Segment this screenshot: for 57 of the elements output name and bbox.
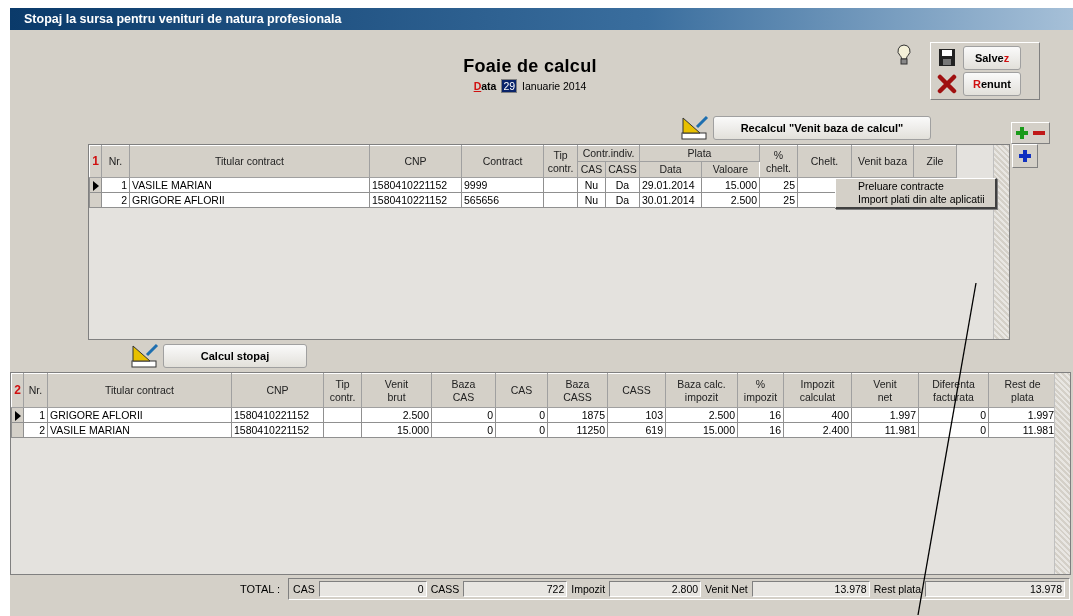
column-header: Venit net xyxy=(851,373,919,408)
column-header: CAS xyxy=(495,373,548,408)
column-header: Nr. xyxy=(101,145,130,178)
date-label: Data xyxy=(473,80,497,92)
totals-label: TOTAL : xyxy=(239,583,281,595)
grid-number: 1 xyxy=(89,145,102,178)
column-header: Zile xyxy=(913,145,957,178)
column-header: Tip contr. xyxy=(543,145,578,178)
column-group-header: Contr.indiv. xyxy=(577,145,640,162)
total-field: 13.978 xyxy=(751,581,870,597)
recalc-button[interactable]: Recalcul "Venit baza de calcul" xyxy=(713,116,931,140)
column-header: Baza calc. impozit xyxy=(665,373,738,408)
column-header: Impozit calculat xyxy=(783,373,852,408)
column-header: Titular contract xyxy=(47,373,232,408)
grid-number: 2 xyxy=(11,373,24,408)
column-header: Baza CASS xyxy=(547,373,608,408)
total-field: 0 xyxy=(318,581,427,597)
column-group-header: Plata xyxy=(639,145,760,162)
column-header: Tip contr. xyxy=(323,373,362,408)
total-field: 13.978 xyxy=(925,581,1065,597)
drafting-triangle-icon xyxy=(130,343,160,369)
total-field: 722 xyxy=(463,581,568,597)
menu-item[interactable]: Import plati din alte aplicatii xyxy=(836,193,995,206)
save-button[interactable]: Salvez xyxy=(963,46,1021,70)
total-label: Rest plata xyxy=(873,583,921,595)
column-header: Titular contract xyxy=(129,145,370,178)
total-label: CAS xyxy=(293,583,315,595)
sheet-heading: Foaie de calcul xyxy=(463,56,597,77)
plus-icon xyxy=(1018,149,1032,163)
x-icon xyxy=(937,74,957,94)
total-field: 2.800 xyxy=(609,581,702,597)
total-label: Impozit xyxy=(571,583,606,595)
column-header: Rest de plata xyxy=(988,373,1057,408)
scrollbar[interactable] xyxy=(993,145,1009,339)
scrollbar[interactable] xyxy=(1054,373,1070,574)
column-header: Chelt. xyxy=(797,145,852,178)
column-header: % impozit xyxy=(737,373,784,408)
drafting-triangle-icon xyxy=(680,115,710,141)
month-year-text: Ianuarie 2014 xyxy=(522,80,587,92)
column-header: % chelt. xyxy=(759,145,798,178)
column-header: Contract xyxy=(461,145,544,178)
menu-item[interactable]: Preluare contracte xyxy=(836,180,995,193)
light-bulb-icon[interactable] xyxy=(896,44,912,66)
total-label: Venit Net xyxy=(705,583,748,595)
total-label: CASS xyxy=(430,583,460,595)
column-header: CNP xyxy=(369,145,462,178)
column-header: Venit brut xyxy=(361,373,432,408)
column-header: Nr. xyxy=(23,373,48,408)
day-field[interactable]: 29 xyxy=(501,79,518,93)
column-header: CASS xyxy=(607,373,666,408)
column-header: CNP xyxy=(231,373,324,408)
add-button[interactable] xyxy=(1012,144,1038,168)
window-title: Stopaj la sursa pentru venituri de natura profesionala xyxy=(24,12,342,26)
column-header: Baza CAS xyxy=(431,373,496,408)
column-header: Venit baza xyxy=(851,145,914,178)
cancel-button[interactable]: Renunt xyxy=(963,72,1021,96)
calculate-button[interactable]: Calcul stopaj xyxy=(163,344,307,368)
